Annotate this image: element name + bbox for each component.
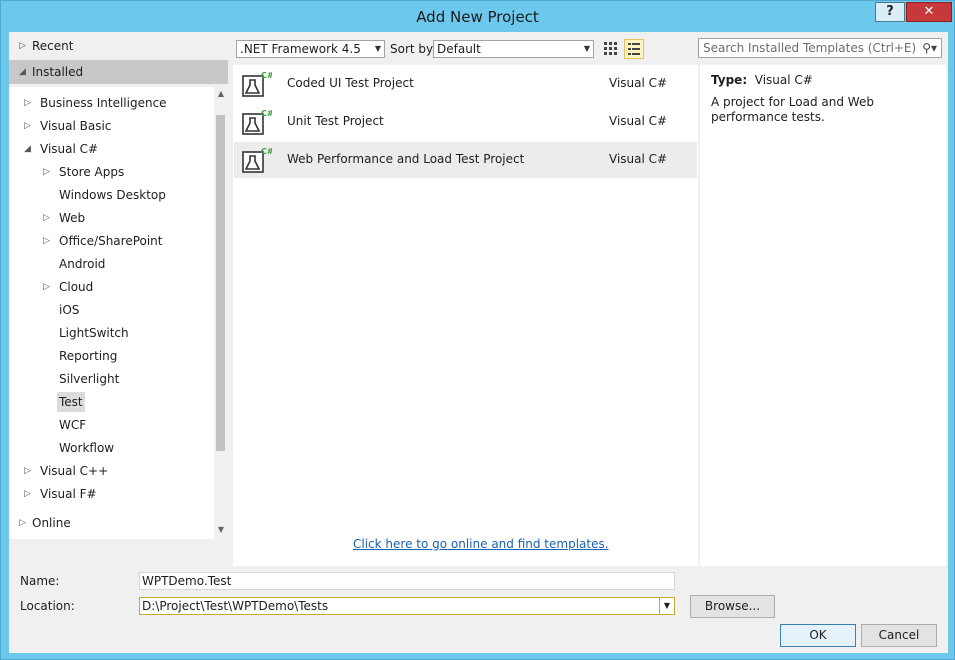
tree-item-label: Visual Basic — [40, 119, 112, 133]
collapse-arrow-icon: ◢ — [19, 67, 26, 77]
template-description: A project for Load and Web performance t… — [711, 95, 874, 124]
tree-item-label: iOS — [59, 303, 80, 317]
chevron-down-icon: ▼ — [583, 44, 590, 53]
tree-item-label: Web — [59, 211, 86, 225]
location-field[interactable]: D:\Project\Test\WPTDemo\Tests ▼ — [139, 597, 675, 615]
chevron-down-icon: ▼ — [374, 44, 381, 53]
test-flask-icon: C# — [242, 71, 272, 97]
expand-arrow-icon[interactable]: ▷ — [24, 116, 31, 136]
expand-arrow-icon[interactable]: ▷ — [43, 231, 50, 251]
name-field[interactable]: WPTDemo.Test — [139, 572, 675, 590]
tree-item-label: Visual C# — [40, 142, 99, 156]
tree-item-label: Silverlight — [59, 372, 120, 386]
expand-arrow-icon[interactable]: ▷ — [43, 277, 50, 297]
template-language: Visual C# — [609, 114, 668, 128]
tree-item-label: Reporting — [59, 349, 118, 363]
ok-button[interactable]: OK — [780, 624, 856, 647]
tree-item-label: Windows Desktop — [59, 188, 166, 202]
template-language: Visual C# — [609, 152, 668, 166]
svg-text:C#: C# — [261, 109, 272, 118]
dialog-title: Add New Project — [416, 8, 539, 26]
sort-label: Sort by: — [390, 42, 437, 56]
help-button[interactable]: ? — [875, 2, 905, 22]
tree-item-label: Visual F# — [40, 487, 97, 501]
category-recent[interactable]: ▷ Recent — [9, 34, 228, 58]
tree-scrollbar[interactable]: ▲ ▼ — [214, 87, 228, 539]
template-row[interactable]: C# Coded UI Test Project Visual C# — [234, 66, 697, 102]
template-type: Type: Visual C# — [711, 73, 813, 87]
tree-item-label: Office/SharePoint — [59, 234, 163, 248]
expand-arrow-icon[interactable]: ▷ — [24, 484, 31, 504]
tree-item-label: Workflow — [59, 441, 115, 455]
dialog-body: ▷ Recent ◢ Installed ▲ ▼ ▷ Business Intel… — [9, 32, 948, 653]
template-row[interactable]: C# Unit Test Project Visual C# — [234, 104, 697, 140]
test-flask-icon: C# — [242, 109, 272, 135]
svg-text:C#: C# — [261, 71, 272, 80]
category-online[interactable]: ▷ Online — [9, 511, 228, 535]
expand-arrow-icon: ▷ — [19, 41, 26, 51]
list-view-icon — [628, 43, 640, 55]
browse-button[interactable]: Browse... — [690, 595, 775, 618]
svg-text:C#: C# — [261, 147, 272, 156]
sort-dropdown[interactable]: Default ▼ — [433, 40, 594, 58]
tree-item-label: Test — [57, 392, 85, 412]
template-list: C# Web Performance and Load Test Project V… — [233, 65, 698, 566]
template-name: Coded UI Test Project — [287, 76, 414, 90]
category-installed[interactable]: ◢ Installed — [9, 60, 228, 84]
online-templates-link[interactable]: Click here to go online and find templat… — [353, 537, 609, 551]
expand-arrow-icon[interactable]: ▷ — [43, 162, 50, 182]
tree-item-label: Android — [59, 257, 106, 271]
tree-item-label: LightSwitch — [59, 326, 129, 340]
name-label: Name: — [20, 574, 60, 588]
tree-item-label: Cloud — [59, 280, 94, 294]
template-name: Web Performance and Load Test Project — [287, 152, 525, 166]
cancel-button[interactable]: Cancel — [861, 624, 937, 647]
location-label: Location: — [20, 599, 75, 613]
expand-arrow-icon: ▷ — [19, 518, 26, 528]
template-language: Visual C# — [609, 76, 668, 90]
tree-item-label: Visual C++ — [40, 464, 109, 478]
test-flask-icon: C# — [242, 147, 272, 173]
chevron-down-icon[interactable]: ▼ — [659, 598, 674, 614]
tree-item-label: Store Apps — [59, 165, 125, 179]
grid-view-icon — [604, 42, 617, 55]
scroll-up-icon[interactable]: ▲ — [215, 89, 227, 98]
category-pane: ▷ Recent ◢ Installed ▲ ▼ ▷ Business Intel… — [9, 32, 230, 566]
add-new-project-dialog: Add New Project ? ✕ ▷ Recent ◢ Installed… — [0, 0, 955, 660]
search-templates-input[interactable]: Search Installed Templates (Ctrl+E) ⚲▾ — [698, 38, 942, 58]
small-icons-view-button[interactable] — [601, 39, 621, 59]
expand-arrow-icon[interactable]: ▷ — [24, 93, 31, 113]
tree-item-label: Business Intelligence — [40, 96, 167, 110]
list-view-button[interactable] — [624, 39, 644, 59]
search-icon[interactable]: ⚲▾ — [922, 39, 937, 57]
tree-item-label: WCF — [59, 418, 87, 432]
expand-arrow-icon[interactable]: ◢ — [24, 139, 31, 159]
close-button[interactable]: ✕ — [906, 2, 952, 22]
expand-arrow-icon[interactable]: ▷ — [43, 208, 50, 228]
installed-tree: ▲ ▼ ▷ Business Intelligence ▷ Visual Basic ◢… — [9, 87, 228, 539]
scroll-thumb[interactable] — [216, 115, 225, 451]
template-details-pane: Type: Visual C# A project for Load and W… — [700, 65, 946, 566]
framework-dropdown[interactable]: .NET Framework 4.5 ▼ — [236, 40, 385, 58]
title-bar[interactable]: Add New Project ? ✕ — [1, 1, 954, 31]
template-row[interactable]: C# Web Performance and Load Test Project V… — [234, 142, 697, 178]
template-name: Unit Test Project — [287, 114, 384, 128]
expand-arrow-icon[interactable]: ▷ — [24, 461, 31, 481]
